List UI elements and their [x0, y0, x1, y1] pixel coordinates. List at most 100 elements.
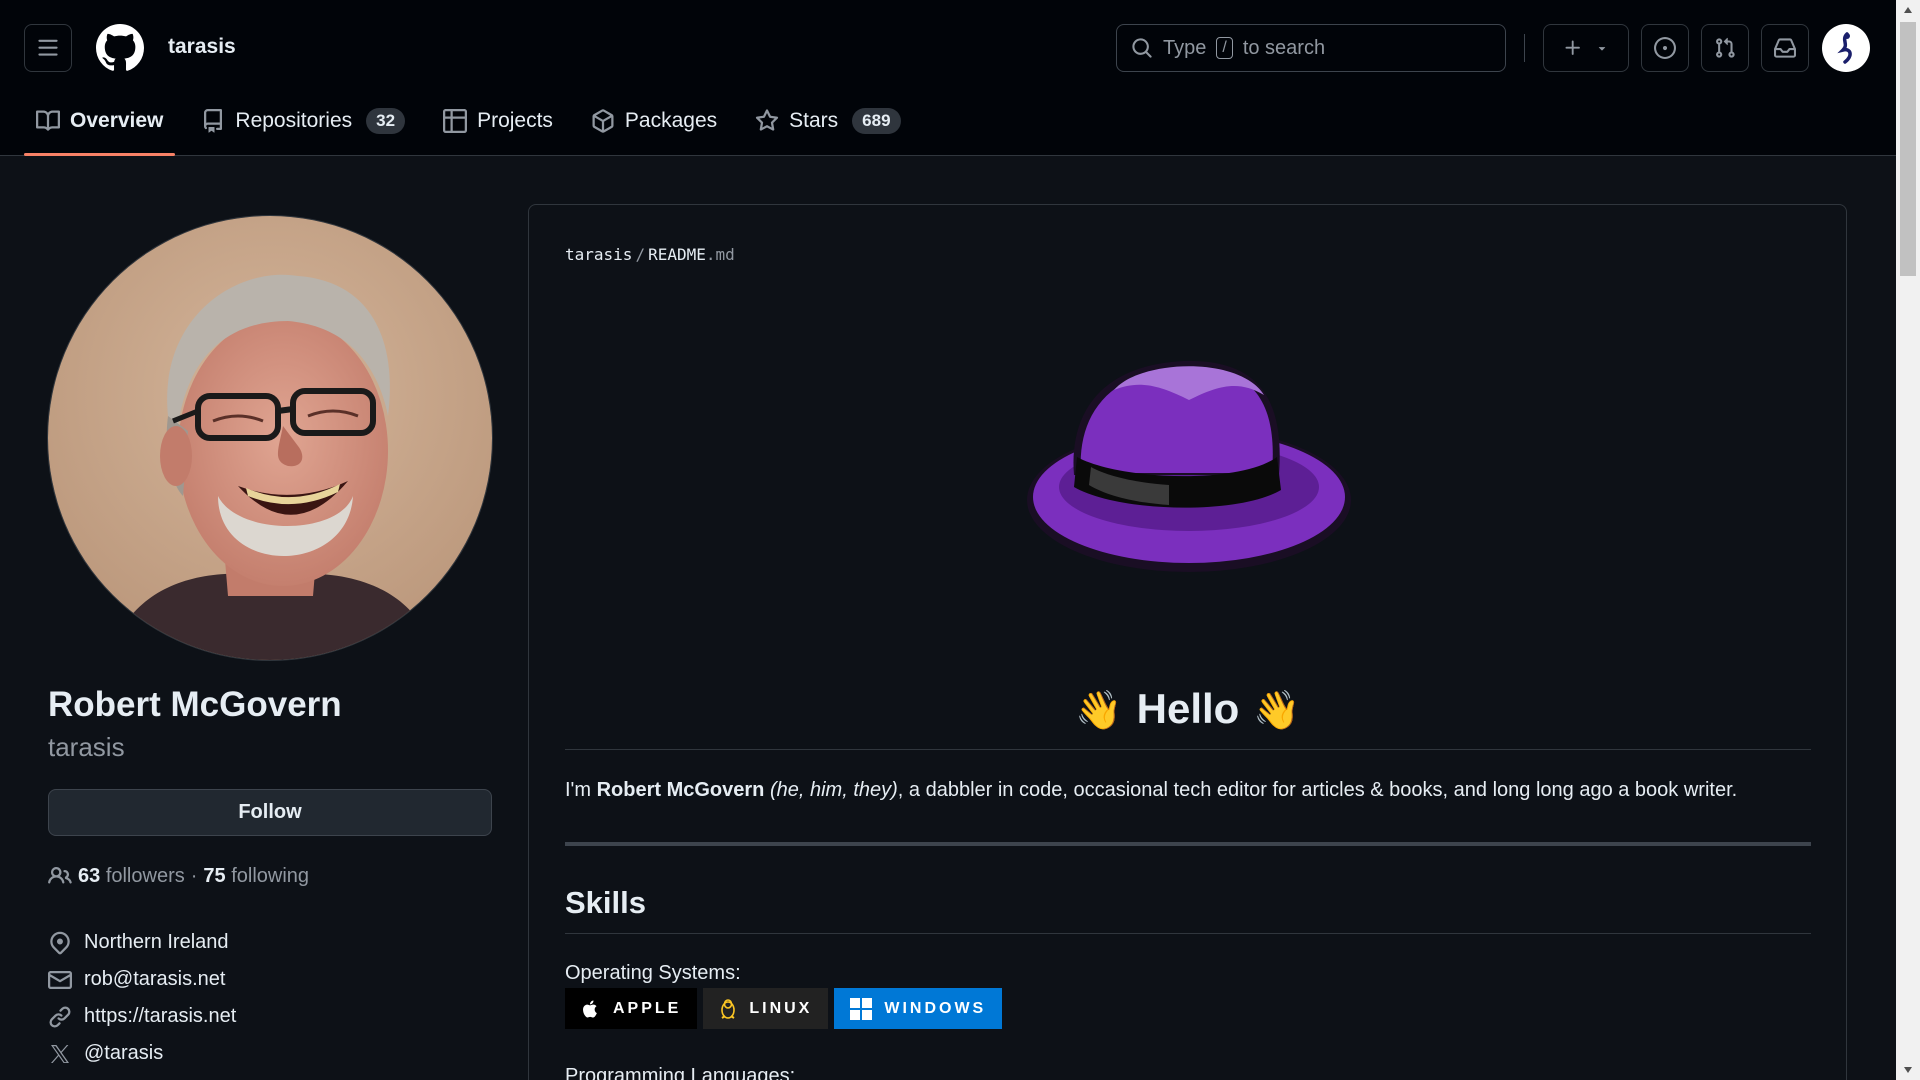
book-icon: [36, 110, 60, 131]
tab-repositories[interactable]: Repositories 32: [189, 100, 417, 142]
page-scrollbar[interactable]: [1896, 0, 1920, 1080]
followers-link[interactable]: 63 followers: [78, 865, 185, 888]
linux-badge-label: LINUX: [749, 999, 813, 1017]
programming-languages-label: Programming Languages:: [565, 1065, 796, 1080]
search-shortcut-key: /: [1216, 37, 1233, 59]
linux-badge: LINUX: [703, 988, 829, 1029]
profile-avatar[interactable]: [47, 215, 493, 661]
follow-separator: ·: [190, 864, 198, 887]
repositories-count: 32: [366, 108, 406, 134]
tab-stars[interactable]: Stars 689: [743, 100, 912, 142]
hello-text: Hello: [1136, 685, 1240, 732]
tab-overview-label: Overview: [70, 109, 164, 132]
search-input[interactable]: Type / to search: [1116, 24, 1506, 72]
apple-icon: [583, 1000, 597, 1017]
pull-request-icon: [1716, 37, 1735, 58]
following-count: 75: [203, 864, 226, 887]
follow-stats: 63 followers · 75 following: [48, 864, 309, 888]
search-suffix: to search: [1242, 36, 1326, 59]
profile-full-name: Robert McGovern: [48, 685, 342, 724]
plus-icon: [1565, 40, 1580, 55]
tab-overview[interactable]: Overview: [24, 100, 176, 156]
profile-tabs: Overview Repositories 32 Projects Packag…: [24, 100, 927, 156]
mail-icon: [48, 970, 72, 989]
apple-badge: APPLE: [565, 988, 698, 1029]
triangle-up-icon: [1904, 7, 1912, 13]
inbox-button[interactable]: [1761, 24, 1809, 72]
triangle-down-icon: [1904, 1067, 1912, 1073]
x-logo-icon: [51, 1044, 69, 1063]
readme-ext: .md: [705, 245, 735, 264]
stars-count: 689: [852, 108, 901, 134]
github-octocat-icon[interactable]: [96, 24, 144, 72]
intro-rest: , a dabbler in code, occasional tech edi…: [897, 779, 1738, 801]
caret-down-icon: [1598, 47, 1606, 51]
profile-login: tarasis: [48, 732, 125, 762]
owner-name[interactable]: tarasis: [168, 35, 236, 59]
readme-owner-link[interactable]: tarasis: [565, 245, 632, 264]
following-label: following: [231, 864, 310, 887]
scroll-down-arrow[interactable]: [1896, 1060, 1920, 1080]
link-icon: [49, 1005, 71, 1028]
tab-stars-label: Stars: [789, 109, 839, 132]
user-avatar-menu[interactable]: [1822, 24, 1870, 72]
menu-button[interactable]: [24, 24, 72, 72]
intro-pronouns: (he, him, they): [769, 779, 898, 801]
repo-icon: [204, 109, 223, 133]
wave-emoji-right: 👋: [1253, 690, 1301, 732]
scroll-up-arrow[interactable]: [1896, 0, 1920, 20]
tab-packages-label: Packages: [624, 109, 718, 132]
twitter-link[interactable]: @tarasis: [84, 1042, 163, 1065]
readme-path: tarasis / README.md: [565, 245, 735, 264]
os-label: Operating Systems:: [565, 962, 741, 984]
search-icon: [1132, 38, 1152, 58]
os-badges: APPLE LINUX WINDOWS: [565, 988, 1003, 1029]
twitter-item: @tarasis: [48, 1035, 236, 1072]
readme-box: tarasis / README.md 👋 Hello 👋 I'm Robert McG…: [528, 204, 1847, 1080]
website-link[interactable]: https://tarasis.net: [84, 1005, 236, 1028]
follow-button[interactable]: Follow: [48, 789, 492, 836]
vcard-details: Northern Ireland rob@tarasis.net https:/…: [48, 924, 236, 1072]
purple-fedora-image: [1027, 360, 1351, 572]
wave-emoji-left: 👋: [1075, 690, 1123, 732]
tab-projects[interactable]: Projects: [431, 100, 565, 142]
readme-filename: README: [648, 245, 706, 264]
email-link[interactable]: rob@tarasis.net: [84, 968, 225, 991]
followers-label: followers: [105, 864, 185, 887]
followers-count: 63: [78, 864, 101, 887]
hamburger-icon: [38, 39, 58, 56]
profile-photo: [48, 216, 492, 660]
apple-badge-label: APPLE: [613, 999, 682, 1017]
people-icon: [48, 866, 72, 884]
windows-icon: [850, 997, 873, 1020]
website-item: https://tarasis.net: [48, 998, 236, 1035]
location-icon: [50, 931, 70, 954]
package-icon: [592, 109, 614, 133]
header-divider: [1524, 34, 1525, 62]
global-header: tarasis Type / to search Overview Reposi…: [0, 0, 1896, 156]
pull-requests-button[interactable]: [1701, 24, 1749, 72]
skills-heading: Skills: [565, 885, 1811, 934]
readme-path-separator: /: [635, 245, 646, 264]
windows-badge: WINDOWS: [834, 988, 1003, 1029]
location-item: Northern Ireland: [48, 924, 236, 961]
issues-button[interactable]: [1641, 24, 1689, 72]
inbox-icon: [1774, 38, 1796, 58]
intro-name: Robert McGovern: [596, 779, 765, 801]
following-link[interactable]: 75 following: [203, 865, 309, 888]
create-new-button[interactable]: [1543, 24, 1629, 72]
email-item: rob@tarasis.net: [48, 961, 236, 998]
tab-repositories-label: Repositories: [235, 109, 353, 132]
tab-projects-label: Projects: [477, 109, 553, 132]
readme-filename-link[interactable]: README.md: [648, 245, 735, 264]
search-prefix: Type: [1163, 36, 1207, 59]
windows-badge-label: WINDOWS: [884, 999, 987, 1017]
location-text: Northern Ireland: [84, 931, 229, 953]
tab-packages[interactable]: Packages: [579, 100, 729, 142]
hello-heading: 👋 Hello 👋: [565, 685, 1811, 750]
section-divider: [565, 842, 1811, 846]
scroll-thumb[interactable]: [1900, 22, 1916, 276]
issue-icon: [1654, 37, 1676, 59]
intro-paragraph: I'm Robert McGovern (he, him, they), a d…: [565, 779, 1811, 802]
table-icon: [443, 109, 468, 133]
